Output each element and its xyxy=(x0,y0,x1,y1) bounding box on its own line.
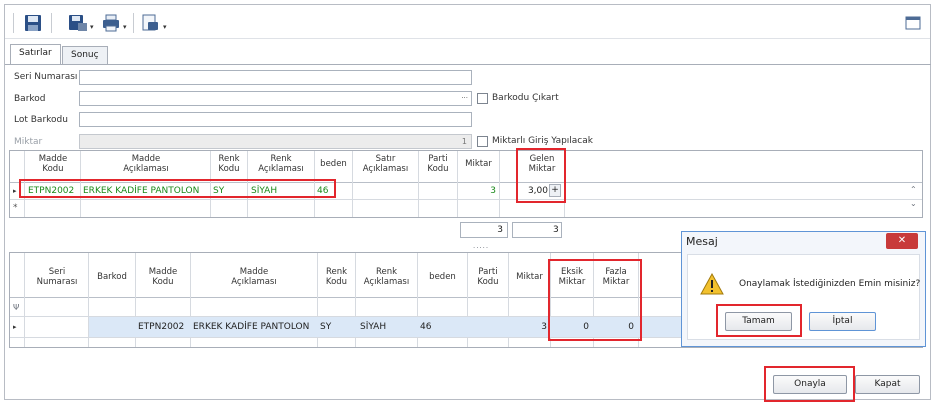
toolbar-separator xyxy=(133,13,134,33)
barkod-label: Barkod xyxy=(14,94,46,104)
tab-sonuc[interactable]: Sonuç xyxy=(62,46,108,64)
col-header-parti-kodu[interactable]: Parti Kodu xyxy=(468,267,508,287)
kapat-button[interactable]: Kapat xyxy=(855,375,920,394)
miktar-label: Miktar xyxy=(14,137,43,147)
highlight-eksik-fazla xyxy=(548,259,642,341)
new-row-marker: * xyxy=(13,203,18,213)
scroll-up-icon[interactable]: ⌃ xyxy=(910,185,917,194)
row-indicator-icon: ▸ xyxy=(13,323,17,331)
grid-col-line xyxy=(499,151,500,217)
cell-beden[interactable]: 46 xyxy=(420,322,431,333)
filter-row-icon[interactable]: Ψ xyxy=(13,302,19,313)
grid-row-divider xyxy=(10,199,922,200)
print-preview-icon[interactable] xyxy=(140,13,160,33)
tab-label: Satırlar xyxy=(19,48,52,58)
col-header-miktar[interactable]: Miktar xyxy=(509,272,550,282)
col-header-madde-aciklamasi[interactable]: Madde Açıklaması xyxy=(82,154,210,174)
tab-divider xyxy=(5,64,931,65)
lot-barkodu-input[interactable] xyxy=(79,112,472,127)
footer-total-gelen: 3 xyxy=(512,222,562,238)
col-header-renk-kodu[interactable]: Renk Kodu xyxy=(211,154,247,174)
col-header-barkod[interactable]: Barkod xyxy=(89,272,135,282)
highlight-tamam xyxy=(716,304,802,337)
save-as-icon[interactable] xyxy=(68,13,88,33)
col-header-renk-aciklamasi[interactable]: Renk Açıklaması xyxy=(356,267,417,287)
barkod-input[interactable]: ··· xyxy=(79,91,472,106)
tab-label: Sonuç xyxy=(71,50,99,60)
miktarli-giris-label: Miktarlı Giriş Yapılacak xyxy=(492,136,593,146)
lot-barkodu-label: Lot Barkodu xyxy=(14,115,68,125)
tab-satirlar[interactable]: Satırlar xyxy=(10,44,61,65)
barkod-cikart-label: Barkodu Çıkart xyxy=(492,93,559,103)
cell-madde-kodu[interactable]: ETPN2002 xyxy=(138,322,184,333)
scroll-down-icon[interactable]: ⌄ xyxy=(910,199,917,208)
iptal-button[interactable]: İptal xyxy=(809,312,876,331)
col-header-madde-aciklamasi[interactable]: Madde Açıklaması xyxy=(191,267,317,287)
panel-icon[interactable] xyxy=(905,13,921,33)
seri-numarasi-label: Seri Numarası xyxy=(14,72,78,82)
highlight-top-row xyxy=(19,179,336,198)
dialog-title: Mesaj xyxy=(686,235,718,248)
highlight-onayla xyxy=(764,366,855,402)
print-dropdown-icon[interactable]: ▾ xyxy=(123,23,127,31)
col-header-seri-numarasi[interactable]: Seri Numarası xyxy=(26,267,88,287)
col-header-renk-aciklamasi[interactable]: Renk Açıklaması xyxy=(248,154,314,174)
grid-col-line xyxy=(24,253,25,347)
cell-renk-aciklamasi[interactable]: SİYAH xyxy=(360,322,386,333)
miktar-input: 1 xyxy=(79,134,472,149)
col-header-madde-kodu[interactable]: Madde Kodu xyxy=(26,154,80,174)
row-indicator-icon: ▸ xyxy=(13,187,17,195)
col-header-madde-kodu[interactable]: Madde Kodu xyxy=(136,267,190,287)
save-icon[interactable] xyxy=(23,13,43,33)
barkod-cikart-checkbox[interactable] xyxy=(477,93,488,104)
footer-total-miktar-value: 3 xyxy=(497,225,503,235)
footer-total-gelen-value: 3 xyxy=(553,225,559,235)
cell-renk-kodu[interactable]: SY xyxy=(320,322,331,333)
miktar-value: 1 xyxy=(461,137,467,146)
barkod-browse-button[interactable]: ··· xyxy=(461,94,468,102)
col-header-beden[interactable]: beden xyxy=(315,159,352,169)
save-as-dropdown-icon[interactable]: ▾ xyxy=(90,23,94,31)
dialog-close-button[interactable]: ✕ xyxy=(886,233,918,249)
col-header-parti-kodu[interactable]: Parti Kodu xyxy=(419,154,457,174)
print-preview-dropdown-icon[interactable]: ▾ xyxy=(163,23,167,31)
cell-miktar[interactable]: 3 xyxy=(458,186,496,197)
seri-numarasi-input[interactable] xyxy=(79,70,472,85)
toolbar: ▾ ▾ ▾ xyxy=(5,5,930,39)
highlight-gelen-miktar xyxy=(516,148,566,203)
miktarli-giris-checkbox[interactable] xyxy=(477,136,488,147)
warning-icon xyxy=(700,273,724,295)
cell-miktar[interactable]: 3 xyxy=(509,322,547,333)
dialog-message: Onaylamak İstediğinizden Emin misiniz? xyxy=(739,279,921,289)
col-header-miktar[interactable]: Miktar xyxy=(458,159,499,169)
col-header-renk-kodu[interactable]: Renk Kodu xyxy=(318,267,355,287)
col-header-beden[interactable]: beden xyxy=(418,272,467,282)
toolbar-separator xyxy=(51,13,52,33)
footer-total-miktar: 3 xyxy=(460,222,508,238)
print-icon[interactable] xyxy=(101,13,121,33)
splitter-grip[interactable]: ..... xyxy=(473,242,489,250)
col-header-satir-aciklamasi[interactable]: Satır Açıklaması xyxy=(353,154,418,174)
cell-madde-aciklamasi[interactable]: ERKEK KADİFE PANTOLON xyxy=(193,322,309,333)
toolbar-grip xyxy=(13,13,14,33)
